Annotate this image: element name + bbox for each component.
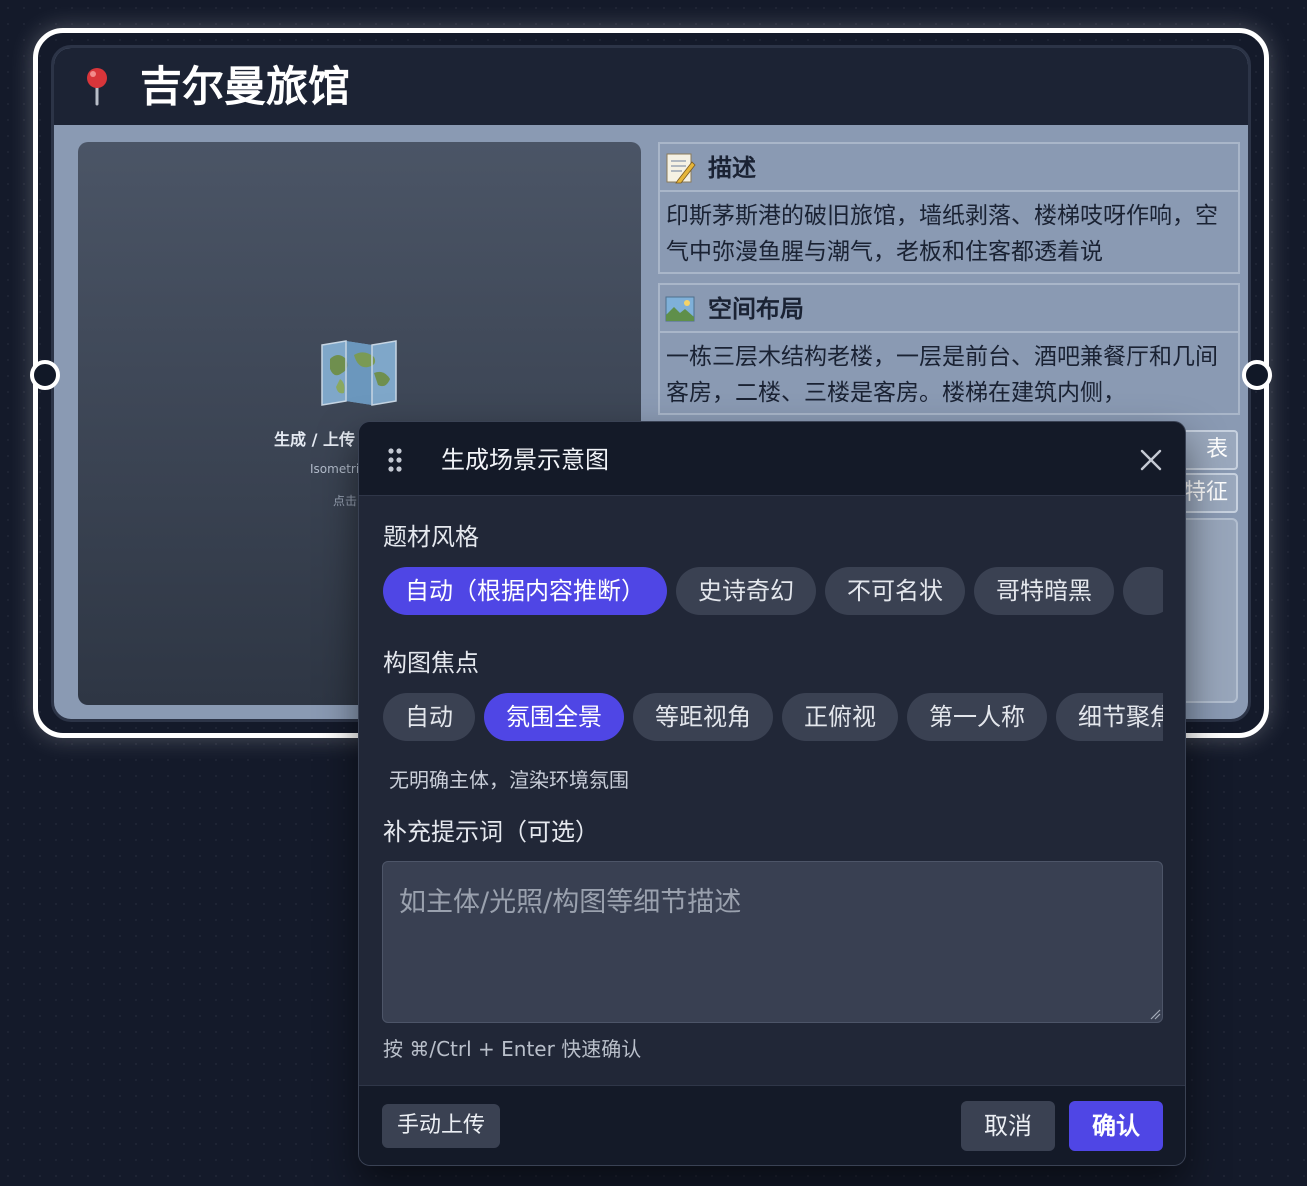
node-title: 吉尔曼旅馆 xyxy=(140,62,351,111)
style-chip-auto[interactable]: 自动（根据内容推断） xyxy=(383,567,667,615)
description-section[interactable]: 描述 印斯茅斯港的破旧旅馆，墙纸剥落、楼梯吱呀作响，空气中弥漫鱼腥与潮气，老板和… xyxy=(658,142,1240,274)
layout-text: 一栋三层木结构老楼，一层是前台、酒吧兼餐厅和几间客房，二楼、三楼是客房。楼梯在建… xyxy=(666,344,1218,406)
focus-chip-isometric[interactable]: 等距视角 xyxy=(633,693,773,741)
focus-chip-first-person[interactable]: 第一人称 xyxy=(907,693,1047,741)
drag-handle-icon[interactable] xyxy=(387,447,403,473)
input-connection-handle[interactable] xyxy=(30,360,60,390)
prompt-label: 补充提示词（可选） xyxy=(383,818,599,846)
confirm-button[interactable]: 确认 xyxy=(1069,1101,1163,1151)
description-section-header: 描述 xyxy=(660,144,1238,192)
image-placeholder-hint: 点击 xyxy=(333,494,358,508)
description-text: 印斯茅斯港的破旧旅馆，墙纸剥落、楼梯吱呀作响，空气中弥漫鱼腥与潮气，老板和住客都… xyxy=(666,203,1218,265)
manual-upload-button[interactable]: 手动上传 xyxy=(382,1104,501,1148)
style-chip-more[interactable] xyxy=(1123,567,1163,615)
dialog-header[interactable]: 生成场景示意图 xyxy=(359,422,1185,496)
memo-icon xyxy=(666,153,696,184)
dialog-title: 生成场景示意图 xyxy=(441,446,609,474)
pushpin-icon xyxy=(87,68,107,106)
map-picture-icon xyxy=(665,296,695,322)
focus-chip-detail[interactable]: 细节聚焦 xyxy=(1056,693,1163,741)
shortcut-hint: 按 ⌘/Ctrl + Enter 快速确认 xyxy=(383,1037,642,1061)
image-placeholder-label: 生成 / 上传 xyxy=(274,430,355,449)
generate-scene-dialog[interactable]: 生成场景示意图 题材风格 自动（根据内容推断） 史诗奇幻 不可名状 哥特暗黑 构图焦点… xyxy=(358,421,1186,1166)
focus-chip-top-down[interactable]: 正俯视 xyxy=(782,693,898,741)
layout-section-header: 空间布局 xyxy=(660,285,1238,333)
style-chip-gothic-dark[interactable]: 哥特暗黑 xyxy=(974,567,1114,615)
prompt-input[interactable] xyxy=(382,861,1163,1023)
layout-section[interactable]: 空间布局 一栋三层木结构老楼，一层是前台、酒吧兼餐厅和几间客房，二楼、三楼是客房… xyxy=(658,283,1240,415)
focus-chip-atmosphere-panorama[interactable]: 氛围全景 xyxy=(484,693,624,741)
image-placeholder-sublabel: Isometri xyxy=(310,462,360,476)
close-icon[interactable] xyxy=(1139,448,1163,472)
style-label: 题材风格 xyxy=(383,523,479,551)
output-connection-handle[interactable] xyxy=(1242,360,1272,390)
focus-label: 构图焦点 xyxy=(383,649,479,677)
dialog-footer: 手动上传 取消 确认 xyxy=(359,1085,1185,1165)
style-chip-unnamable[interactable]: 不可名状 xyxy=(825,567,965,615)
focus-hint: 无明确主体，渲染环境氛围 xyxy=(389,768,629,792)
style-chip-epic-fantasy[interactable]: 史诗奇幻 xyxy=(676,567,816,615)
focus-chip-row: 自动氛围全景等距视角正俯视第一人称细节聚焦 xyxy=(383,693,1163,741)
style-chip-row: 自动（根据内容推断） 史诗奇幻 不可名状 哥特暗黑 xyxy=(383,567,1163,615)
layout-title: 空间布局 xyxy=(708,295,804,323)
focus-chip-auto[interactable]: 自动 xyxy=(383,693,475,741)
description-title: 描述 xyxy=(708,154,756,182)
cancel-button[interactable]: 取消 xyxy=(961,1101,1055,1151)
world-map-icon xyxy=(321,340,397,406)
resize-grip-icon[interactable] xyxy=(1149,1008,1161,1020)
node-header[interactable]: 吉尔曼旅馆 xyxy=(54,48,1248,125)
